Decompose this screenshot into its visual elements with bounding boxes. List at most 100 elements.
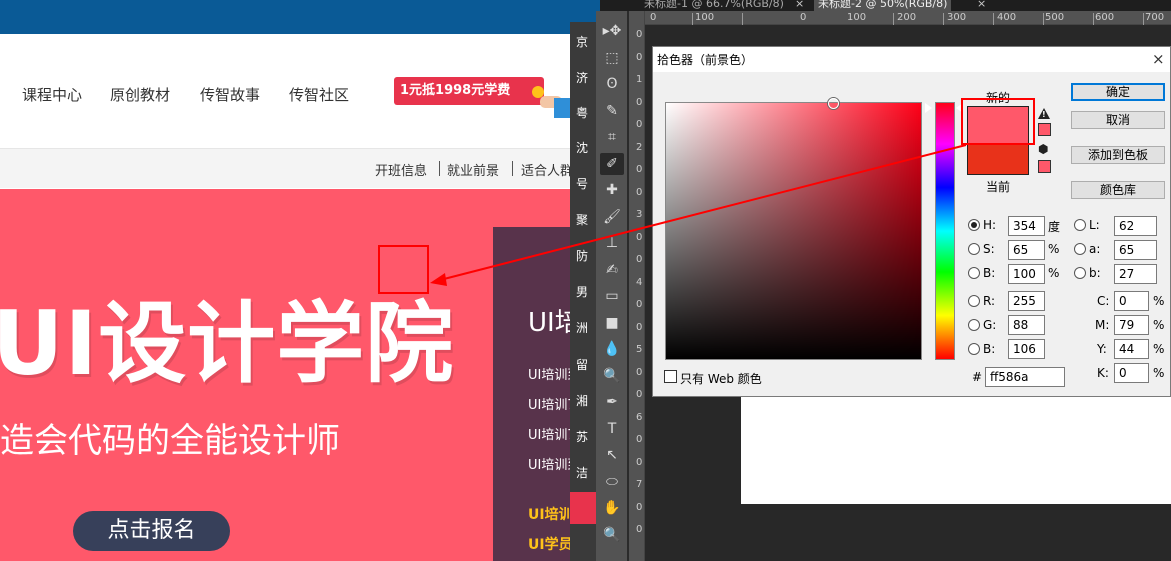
city-item[interactable]: 济 bbox=[576, 69, 588, 86]
dodge-icon[interactable]: 🔍 bbox=[600, 365, 624, 387]
city-item[interactable]: 洲 bbox=[576, 319, 588, 336]
cancel-button[interactable]: 取消 bbox=[1071, 111, 1165, 129]
doc-tab-2[interactable]: 未标题-2 @ 50%(RGB/8) bbox=[814, 0, 952, 11]
ruler-label: 200 bbox=[897, 12, 917, 23]
radio-red[interactable] bbox=[968, 295, 980, 307]
close-icon[interactable]: × bbox=[795, 0, 804, 10]
hue-slider-handle-left[interactable] bbox=[925, 103, 932, 113]
close-icon[interactable]: × bbox=[977, 0, 986, 10]
magenta-label: M: bbox=[1095, 318, 1110, 332]
nav-item-stories[interactable]: 传智故事 bbox=[200, 84, 260, 105]
ruler-label: 7 bbox=[636, 479, 643, 490]
hand-icon[interactable]: ✋ bbox=[600, 497, 624, 519]
panel-link[interactable]: UI培训7 bbox=[528, 394, 576, 413]
pen-icon[interactable]: ✒ bbox=[600, 391, 624, 413]
ruler-label: 0 bbox=[636, 29, 643, 40]
signup-button[interactable]: 点击报名 bbox=[73, 511, 230, 551]
gamut-swatch[interactable] bbox=[1038, 123, 1051, 136]
stamp-icon[interactable]: ⊥ bbox=[600, 232, 624, 254]
city-item[interactable]: 粤 bbox=[576, 104, 588, 121]
text-icon[interactable]: T bbox=[600, 418, 624, 440]
eraser-icon[interactable]: ▭ bbox=[600, 285, 624, 307]
subnav-classes[interactable]: 开班信息 bbox=[375, 160, 427, 179]
hex-input[interactable]: ff586a bbox=[985, 367, 1065, 387]
nav-item-courses[interactable]: 课程中心 bbox=[22, 84, 82, 105]
city-item[interactable]: 聚 bbox=[576, 211, 588, 228]
marquee-icon[interactable]: ⬚ bbox=[600, 47, 624, 69]
path-select-icon[interactable]: ↖ bbox=[600, 444, 624, 466]
cyan-input[interactable]: 0 bbox=[1114, 291, 1149, 311]
lasso-icon[interactable]: ʘ bbox=[600, 73, 624, 95]
blue-label: B: bbox=[983, 342, 996, 356]
panel-highlight-link[interactable]: UI培训 bbox=[528, 504, 573, 524]
city-item[interactable]: 留 bbox=[576, 356, 588, 373]
city-item[interactable]: 防 bbox=[576, 247, 588, 264]
radio-green[interactable] bbox=[968, 319, 980, 331]
web-safe-swatch[interactable] bbox=[1038, 160, 1051, 173]
radio-hue[interactable] bbox=[968, 219, 980, 231]
ruler-label: 0 bbox=[636, 96, 643, 108]
move-icon[interactable]: ▸✥ bbox=[600, 20, 624, 42]
doc-tab-1[interactable]: 未标题-1 @ 66.7%(RGB/8) bbox=[640, 0, 788, 11]
promo-banner[interactable]: 1元抵1998元学费 bbox=[394, 77, 544, 105]
green-input[interactable]: 88 bbox=[1008, 315, 1045, 335]
city-item[interactable]: 京 bbox=[576, 33, 588, 50]
subnav-career[interactable]: 就业前景 bbox=[447, 160, 499, 179]
ok-button[interactable]: 确定 bbox=[1071, 83, 1165, 101]
hue-slider[interactable] bbox=[935, 102, 955, 360]
quick-select-icon[interactable]: ✎ bbox=[600, 100, 624, 122]
brightness-input[interactable]: 100 bbox=[1008, 264, 1045, 284]
healing-icon[interactable]: ✚ bbox=[600, 179, 624, 201]
radio-brightness[interactable] bbox=[968, 267, 980, 279]
gradient-icon[interactable]: ■ bbox=[600, 312, 624, 334]
ruler-label: 0 bbox=[636, 299, 643, 310]
web-safe-cube-icon[interactable]: ⬢ bbox=[1038, 143, 1050, 155]
lab-a-input[interactable]: 65 bbox=[1114, 240, 1157, 260]
add-to-swatches-button[interactable]: 添加到色板 bbox=[1071, 146, 1165, 164]
radio-lab-a[interactable] bbox=[1074, 243, 1086, 255]
history-brush-icon[interactable]: ✍ bbox=[600, 259, 624, 281]
saturation-brightness-field[interactable] bbox=[665, 102, 922, 360]
radio-lab-b[interactable] bbox=[1074, 267, 1086, 279]
lab-b-input[interactable]: 27 bbox=[1114, 264, 1157, 284]
panel-link[interactable]: UI培训7 bbox=[528, 424, 576, 443]
city-item[interactable]: 湘 bbox=[576, 392, 588, 409]
crop-icon[interactable]: ⌗ bbox=[600, 126, 624, 148]
brush-icon[interactable]: 🖌 bbox=[600, 206, 624, 228]
color-libraries-button[interactable]: 颜色库 bbox=[1071, 181, 1165, 199]
city-item[interactable]: 洁 bbox=[576, 464, 588, 481]
ps-document-canvas[interactable] bbox=[741, 396, 1171, 504]
sidebar-user-icon[interactable] bbox=[570, 492, 596, 524]
yellow-input[interactable]: 44 bbox=[1114, 339, 1149, 359]
ruler-label: 6 bbox=[636, 411, 643, 423]
subnav-audience[interactable]: 适合人群 bbox=[521, 160, 573, 179]
web-colors-checkbox[interactable] bbox=[664, 370, 677, 383]
nav-item-materials[interactable]: 原创教材 bbox=[110, 84, 170, 105]
radio-blue[interactable] bbox=[968, 343, 980, 355]
ruler-label: 0 bbox=[636, 119, 643, 130]
lab-l-input[interactable]: 62 bbox=[1114, 216, 1157, 236]
city-item[interactable]: 男 bbox=[576, 283, 588, 300]
cyan-label: C: bbox=[1097, 294, 1110, 308]
zoom-icon[interactable]: 🔍 bbox=[600, 524, 624, 546]
hue-input[interactable]: 354 bbox=[1008, 216, 1045, 236]
shape-icon[interactable]: ⬭ bbox=[600, 471, 624, 493]
radio-saturation[interactable] bbox=[968, 243, 980, 255]
saturation-input[interactable]: 65 bbox=[1008, 240, 1045, 260]
current-color-swatch[interactable] bbox=[967, 144, 1029, 175]
color-cursor[interactable] bbox=[828, 98, 839, 109]
city-item[interactable]: 沈 bbox=[576, 139, 588, 156]
blue-input[interactable]: 106 bbox=[1008, 339, 1045, 359]
black-input[interactable]: 0 bbox=[1114, 363, 1149, 383]
radio-lab-l[interactable] bbox=[1074, 219, 1086, 231]
nav-item-community[interactable]: 传智社区 bbox=[289, 84, 349, 105]
eyedropper-icon[interactable]: ✐ bbox=[600, 152, 624, 175]
blur-icon[interactable]: 💧 bbox=[600, 338, 624, 360]
sample-highlight-box bbox=[378, 245, 429, 294]
red-input[interactable]: 255 bbox=[1008, 291, 1045, 311]
city-item[interactable]: 号 bbox=[576, 175, 588, 192]
yellow-unit: % bbox=[1153, 342, 1165, 356]
magenta-input[interactable]: 79 bbox=[1114, 315, 1149, 335]
city-item[interactable]: 苏 bbox=[576, 428, 588, 445]
close-icon[interactable]: × bbox=[1152, 50, 1165, 68]
